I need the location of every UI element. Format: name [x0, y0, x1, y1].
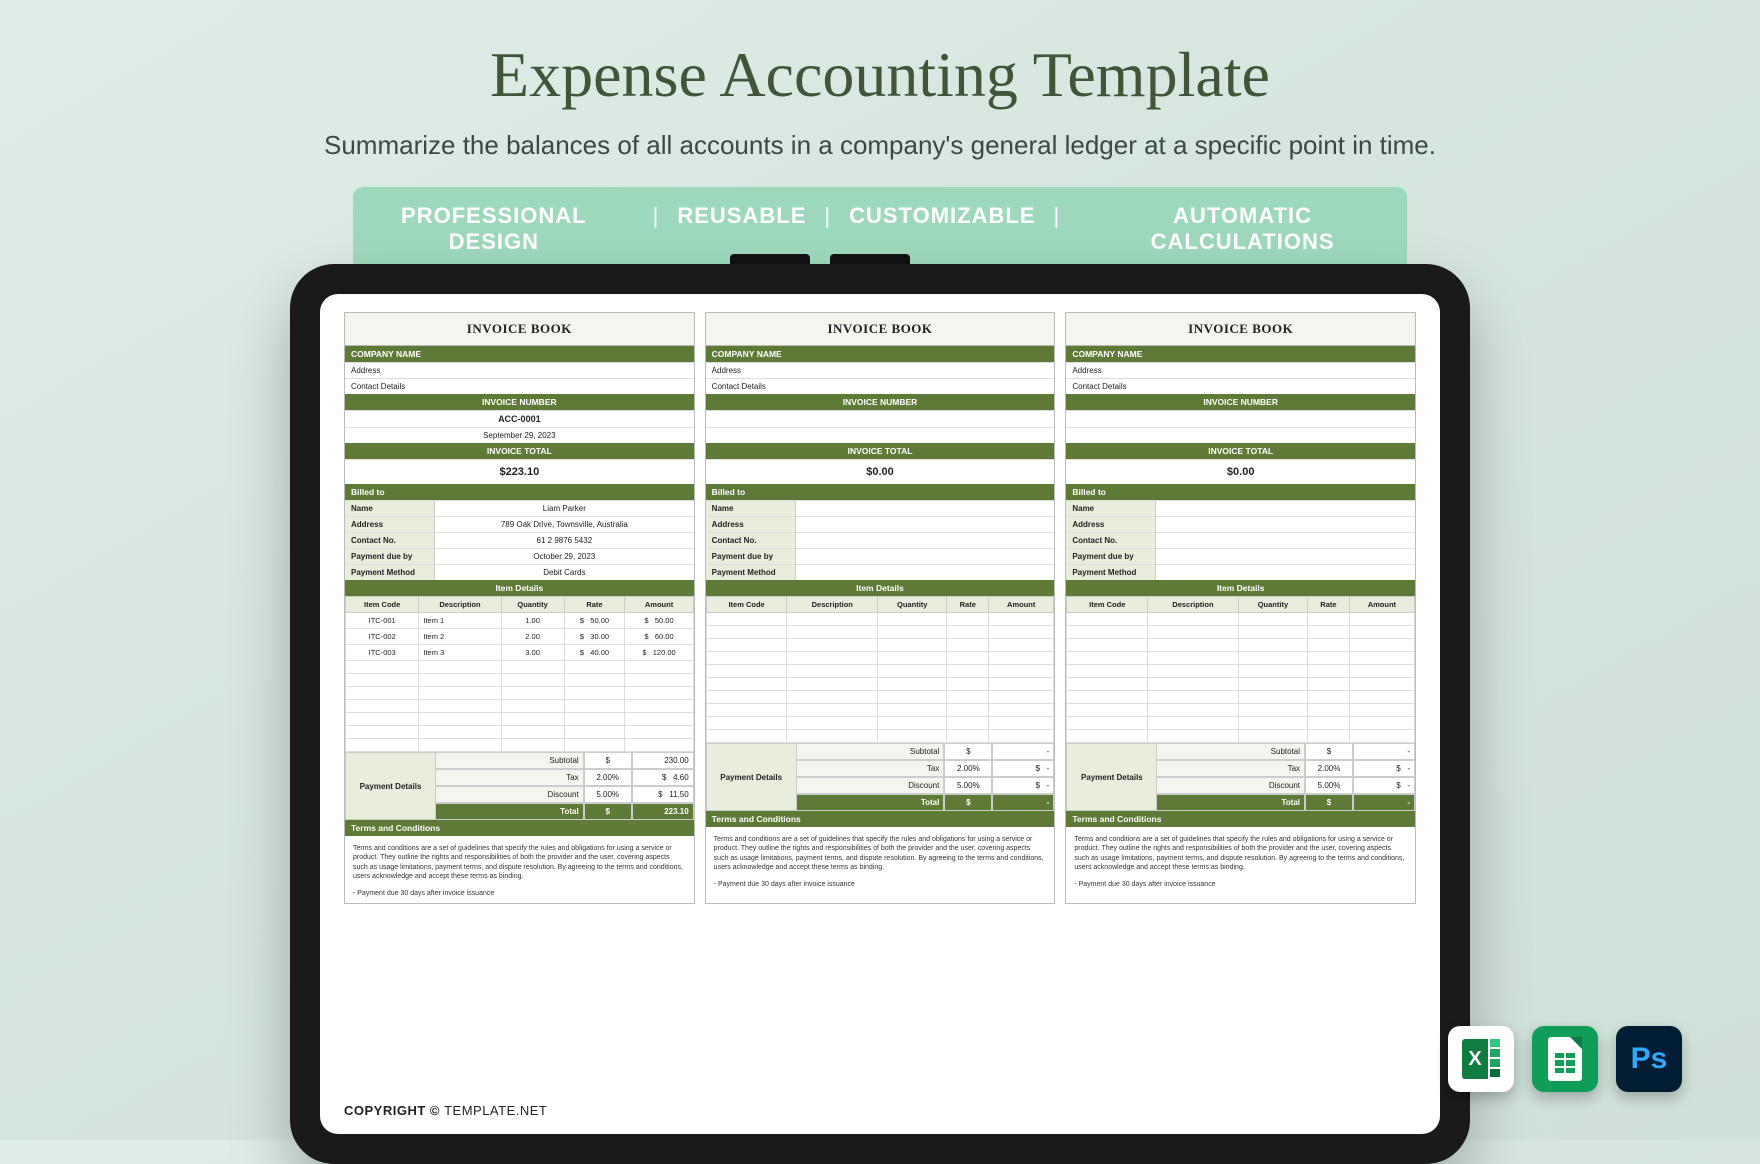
feature-item: AUTOMATIC CALCULATIONS	[1078, 203, 1407, 255]
company-address: Address	[1066, 362, 1415, 378]
invoice-number-value	[706, 410, 1055, 427]
invoice-total-value: $0.00	[706, 459, 1055, 484]
company-name-bar: COMPANY NAME	[1066, 346, 1415, 362]
terms-bar: Terms and Conditions	[1066, 811, 1415, 827]
terms-footer: - Payment due 30 days after invoice issu…	[1066, 881, 1415, 894]
invoice-date	[706, 427, 1055, 443]
items-table: Item CodeDescriptionQuantityRateAmount I…	[345, 596, 694, 752]
company-contact: Contact Details	[345, 378, 694, 394]
invoice-total-value: $0.00	[1066, 459, 1415, 484]
company-address: Address	[345, 362, 694, 378]
billed-to-bar: Billed to	[1066, 484, 1415, 500]
company-name-bar: COMPANY NAME	[345, 346, 694, 362]
invoice-card: INVOICE BOOK COMPANY NAME Address Contac…	[344, 312, 695, 904]
invoice-number-bar: INVOICE NUMBER	[1066, 394, 1415, 410]
items-table: Item CodeDescriptionQuantityRateAmount	[1066, 596, 1415, 743]
invoice-title: INVOICE BOOK	[1066, 313, 1415, 346]
terms-bar: Terms and Conditions	[345, 820, 694, 836]
terms-footer: - Payment due 30 days after invoice issu…	[345, 890, 694, 903]
terms-bar: Terms and Conditions	[706, 811, 1055, 827]
terms-body: Terms and conditions are a set of guidel…	[345, 836, 694, 890]
payment-due	[796, 549, 1055, 564]
invoice-total-bar: INVOICE TOTAL	[706, 443, 1055, 459]
payment-details: Payment Details Subtotal$- Tax2.00%$ - D…	[706, 743, 1055, 811]
invoice-title: INVOICE BOOK	[345, 313, 694, 346]
items-table: Item CodeDescriptionQuantityRateAmount	[706, 596, 1055, 743]
billed-to-bar: Billed to	[345, 484, 694, 500]
invoice-total-bar: INVOICE TOTAL	[1066, 443, 1415, 459]
terms-footer: - Payment due 30 days after invoice issu…	[706, 881, 1055, 894]
company-name-bar: COMPANY NAME	[706, 346, 1055, 362]
billed-contact: 61 2 9876 5432	[435, 533, 694, 548]
tablet-button	[830, 254, 910, 264]
payment-due	[1156, 549, 1415, 564]
item-details-bar: Item Details	[345, 580, 694, 596]
invoice-number-value	[1066, 410, 1415, 427]
invoice-date: September 29, 2023	[345, 427, 694, 443]
payment-details: Payment Details Subtotal$- Tax2.00%$ - D…	[1066, 743, 1415, 811]
invoice-number-bar: INVOICE NUMBER	[706, 394, 1055, 410]
google-sheets-icon	[1532, 1026, 1598, 1092]
payment-details: Payment Details Subtotal$230.00 Tax2.00%…	[345, 752, 694, 820]
invoice-total-bar: INVOICE TOTAL	[345, 443, 694, 459]
company-contact: Contact Details	[706, 378, 1055, 394]
invoice-card: INVOICE BOOK COMPANY NAME Address Contac…	[705, 312, 1056, 904]
excel-icon: X	[1448, 1026, 1514, 1092]
terms-body: Terms and conditions are a set of guidel…	[706, 827, 1055, 881]
payment-method: Debit Cards	[435, 565, 694, 580]
company-address: Address	[706, 362, 1055, 378]
invoice-date	[1066, 427, 1415, 443]
tablet-mockup: INVOICE BOOK COMPANY NAME Address Contac…	[290, 264, 1470, 1164]
billed-name: Liam Parker	[435, 501, 694, 516]
copyright: COPYRIGHT © TEMPLATE.NET	[344, 1103, 547, 1118]
billed-address	[1156, 517, 1415, 532]
invoice-number-value: ACC-0001	[345, 410, 694, 427]
invoice-total-value: $223.10	[345, 459, 694, 484]
item-details-bar: Item Details	[1066, 580, 1415, 596]
payment-method	[1156, 565, 1415, 580]
invoice-title: INVOICE BOOK	[706, 313, 1055, 346]
tablet-button	[730, 254, 810, 264]
terms-body: Terms and conditions are a set of guidel…	[1066, 827, 1415, 881]
feature-item: PROFESSIONAL DESIGN	[353, 203, 635, 255]
billed-address: 789 Oak Drive, Townsville, Australia	[435, 517, 694, 532]
billed-name	[1156, 501, 1415, 516]
billed-address	[796, 517, 1055, 532]
company-contact: Contact Details	[1066, 378, 1415, 394]
billed-to-bar: Billed to	[706, 484, 1055, 500]
page-title: Expense Accounting Template	[0, 0, 1760, 112]
invoice-number-bar: INVOICE NUMBER	[345, 394, 694, 410]
billed-contact	[1156, 533, 1415, 548]
feature-item: CUSTOMIZABLE	[849, 203, 1035, 255]
payment-due: October 29, 2023	[435, 549, 694, 564]
feature-item: REUSABLE	[677, 203, 806, 255]
payment-method	[796, 565, 1055, 580]
invoice-card: INVOICE BOOK COMPANY NAME Address Contac…	[1065, 312, 1416, 904]
item-details-bar: Item Details	[706, 580, 1055, 596]
billed-name	[796, 501, 1055, 516]
billed-contact	[796, 533, 1055, 548]
app-icons: X Ps	[1448, 1026, 1682, 1092]
page-subtitle: Summarize the balances of all accounts i…	[0, 130, 1760, 161]
photoshop-icon: Ps	[1616, 1026, 1682, 1092]
